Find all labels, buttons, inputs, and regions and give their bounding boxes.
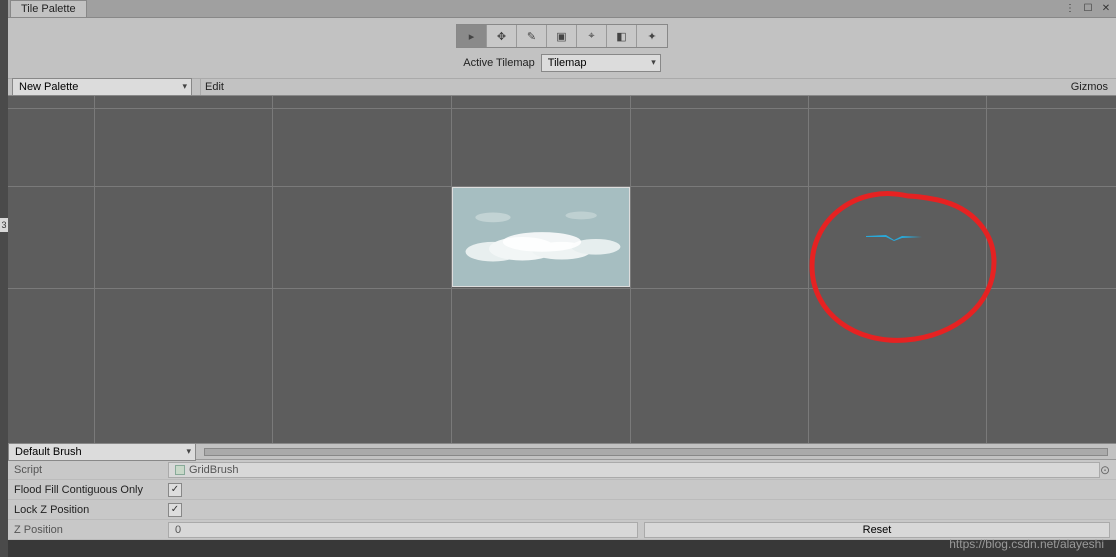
select-tool-button[interactable]: ▸: [457, 25, 487, 47]
flood-fill-label: Flood Fill Contiguous Only: [14, 484, 168, 496]
grid-line: [630, 96, 631, 443]
tile-sky-clouds[interactable]: [452, 187, 630, 287]
active-tilemap-dropdown[interactable]: Tilemap: [541, 54, 661, 72]
edit-button[interactable]: Edit: [200, 79, 228, 95]
z-position-label: Z Position: [14, 524, 168, 536]
lock-z-label: Lock Z Position: [14, 504, 168, 516]
brush-bar: Default Brush: [8, 443, 1116, 459]
grid-line: [8, 288, 1116, 289]
flood-fill-row: Flood Fill Contiguous Only ✓: [8, 480, 1116, 500]
left-badge: 3: [0, 218, 8, 232]
box-tool-button[interactable]: ▣: [547, 25, 577, 47]
annotation-circle: [798, 188, 1003, 348]
brush-slider[interactable]: [204, 448, 1108, 456]
brush-tool-button[interactable]: ✎: [517, 25, 547, 47]
lock-z-row: Lock Z Position ✓: [8, 500, 1116, 520]
brush-inspector: Script GridBrush ⊙ Flood Fill Contiguous…: [8, 459, 1116, 540]
close-icon[interactable]: ✕: [1100, 2, 1112, 14]
picker-tool-button[interactable]: ⌖: [577, 25, 607, 47]
picker-icon: ⌖: [588, 30, 594, 43]
eraser-icon: ◧: [616, 30, 626, 43]
fill-icon: ✦: [647, 30, 656, 43]
gear-icon[interactable]: ⊙: [1100, 463, 1110, 477]
z-position-field[interactable]: 0: [168, 522, 638, 538]
box-icon: ▣: [556, 30, 566, 43]
window-controls: ⋮ ☐ ✕: [1064, 2, 1112, 14]
tool-row: ▸ ✥ ✎ ▣ ⌖ ◧ ✦: [456, 24, 668, 48]
brush-icon: ✎: [527, 30, 536, 43]
palette-dropdown[interactable]: New Palette: [12, 78, 192, 96]
gizmos-button[interactable]: Gizmos: [1067, 79, 1112, 95]
reset-button[interactable]: Reset: [644, 522, 1110, 538]
move-icon: ✥: [497, 30, 506, 43]
cursor-icon: ▸: [469, 30, 475, 43]
tile-palette-window: Tile Palette ⋮ ☐ ✕ ▸ ✥ ✎ ▣ ⌖ ◧ ✦ Active …: [8, 0, 1116, 540]
move-tool-button[interactable]: ✥: [487, 25, 517, 47]
palette-grid-area[interactable]: [8, 96, 1116, 443]
tab-tile-palette[interactable]: Tile Palette: [10, 0, 87, 17]
tab-bar: Tile Palette ⋮ ☐ ✕: [8, 0, 1116, 18]
flood-fill-checkbox[interactable]: ✓: [168, 483, 182, 497]
grid-line: [986, 96, 987, 443]
active-tilemap-row: Active Tilemap Tilemap: [463, 54, 661, 72]
fill-tool-button[interactable]: ✦: [637, 25, 667, 47]
grid-line: [808, 96, 809, 443]
clouds-illustration: [453, 188, 629, 286]
menu-icon[interactable]: ⋮: [1064, 2, 1076, 14]
grid-line: [8, 108, 1116, 109]
maximize-icon[interactable]: ☐: [1082, 2, 1094, 14]
editor-left-strip: [0, 0, 8, 557]
fragment-icon: [866, 235, 922, 241]
script-row: Script GridBrush ⊙: [8, 460, 1116, 480]
watermark-text: https://blog.csdn.net/alayeshi: [949, 537, 1104, 551]
brush-dropdown[interactable]: Default Brush: [8, 443, 196, 461]
sub-bar: New Palette Edit Gizmos: [8, 78, 1116, 96]
grid-line: [94, 96, 95, 443]
lock-z-checkbox[interactable]: ✓: [168, 503, 182, 517]
active-tilemap-label: Active Tilemap: [463, 57, 535, 69]
script-value: GridBrush: [189, 464, 239, 476]
script-label: Script: [14, 464, 168, 476]
toolbar-area: ▸ ✥ ✎ ▣ ⌖ ◧ ✦ Active Tilemap Tilemap: [8, 18, 1116, 78]
script-field[interactable]: GridBrush: [168, 462, 1100, 478]
script-icon: [175, 465, 185, 475]
eraser-tool-button[interactable]: ◧: [607, 25, 637, 47]
tile-small-fragment[interactable]: [866, 232, 922, 238]
grid-line: [272, 96, 273, 443]
